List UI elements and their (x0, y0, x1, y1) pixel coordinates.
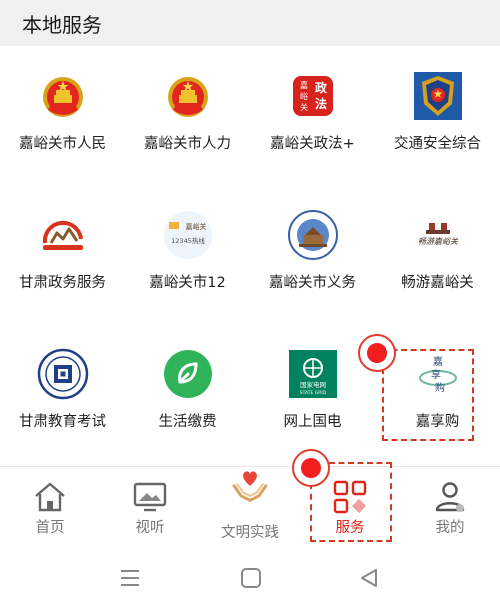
fortress-seal-icon (288, 210, 338, 260)
logo-text: 畅游嘉峪关 (418, 237, 459, 246)
service-label: 嘉峪关市12 (149, 275, 226, 291)
service-label: 嘉峪关市人力 (144, 136, 231, 152)
profile-icon (435, 482, 465, 512)
tab-home[interactable]: 首页 (0, 467, 100, 547)
tab-video[interactable]: 视听 (100, 467, 200, 547)
national-emblem-icon (43, 77, 83, 117)
section-title: 本地服务 (22, 13, 102, 37)
logo-text: 嘉 (433, 355, 443, 368)
hotline-12345-icon: 嘉峪关 12345热线 (164, 211, 212, 259)
tab-label: 服务 (335, 520, 365, 536)
police-badge-icon (414, 72, 462, 120)
service-label: 甘肃教育考试 (19, 414, 106, 430)
service-tile-jiaotong[interactable]: 交通安全综合 (375, 46, 500, 185)
tab-label: 视听 (135, 520, 165, 536)
service-tile-jiaofei[interactable]: 生活缴费 (125, 324, 250, 463)
home-icon (35, 482, 65, 512)
service-tile-changyou[interactable]: 畅游嘉峪关 畅游嘉峪关 (375, 185, 500, 324)
tap-marker-icon (292, 449, 330, 487)
service-label: 嘉峪关市人民 (19, 136, 106, 152)
seal-char: 法 (315, 96, 327, 111)
gansu-gov-service-icon (42, 220, 83, 250)
tv-icon (133, 482, 167, 512)
menu-icon[interactable] (118, 568, 142, 588)
section-header: 本地服务 (0, 0, 500, 46)
service-tile-renli[interactable]: 嘉峪关市人力 (125, 46, 250, 185)
service-label: 网上国电 (283, 414, 342, 430)
state-grid-icon: 国家电网 STATE GRID (289, 350, 337, 398)
service-label: 生活缴费 (158, 414, 217, 430)
seal-char: 政 (315, 80, 328, 95)
back-triangle-icon[interactable] (358, 567, 380, 589)
service-tile-jiaoyu[interactable]: 甘肃教育考试 (0, 324, 125, 463)
home-square-icon[interactable] (240, 567, 262, 589)
tourism-calligraphy-icon: 畅游嘉峪关 (418, 223, 459, 246)
logo-text: 国家电网 (300, 380, 326, 389)
education-exam-seal-icon (37, 348, 89, 400)
tab-label: 文明实践 (221, 525, 279, 541)
heart-hands-icon (232, 471, 268, 502)
tab-civilization[interactable]: 文明实践 (200, 467, 300, 547)
service-tile-gansu-zhengwu[interactable]: 甘肃政务服务 (0, 185, 125, 324)
seal-char: 峪 (300, 91, 308, 101)
tab-label: 首页 (35, 520, 65, 536)
services-grid: 嘉峪关市人民 嘉峪关市人力 政 法 嘉 峪 关 嘉峪关政法+ 交通安全综合 甘肃… (0, 46, 500, 464)
bottom-tab-bar: 首页 视听 文明实践 服务 我的 (0, 466, 500, 546)
service-tile-12345[interactable]: 嘉峪关 12345热线 嘉峪关市12 (125, 185, 250, 324)
system-navigation-bar (0, 548, 500, 608)
logo-text: STATE GRID (300, 390, 327, 396)
logo-text: 购 (435, 381, 445, 394)
logo-text: 12345热线 (171, 236, 205, 245)
service-tile-renmin[interactable]: 嘉峪关市人民 (0, 46, 125, 185)
tab-label: 我的 (435, 520, 465, 536)
service-tile-yiwu[interactable]: 嘉峪关市义务 (250, 185, 375, 324)
tab-profile[interactable]: 我的 (400, 467, 500, 547)
tap-marker-icon (358, 334, 396, 372)
logo-text: 享 (431, 368, 441, 381)
service-tile-guodian[interactable]: 国家电网 STATE GRID 网上国电 (250, 324, 375, 463)
national-emblem-icon (168, 77, 208, 117)
service-label: 嘉享购 (415, 414, 460, 430)
jiaxianggou-logo-icon: 嘉 享 购 (419, 355, 457, 394)
seal-char: 嘉 (300, 80, 308, 90)
services-grid-icon (333, 480, 367, 514)
payment-leaf-icon (164, 350, 212, 398)
logo-text: 嘉峪关 (186, 222, 207, 231)
politics-law-seal-icon: 政 法 嘉 峪 关 (293, 76, 333, 116)
seal-char: 关 (300, 102, 308, 112)
service-label: 嘉峪关政法+ (270, 136, 355, 152)
service-label: 交通安全综合 (394, 136, 481, 152)
service-tile-zhengfa[interactable]: 政 法 嘉 峪 关 嘉峪关政法+ (250, 46, 375, 185)
service-label: 嘉峪关市义务 (269, 275, 356, 291)
service-label: 畅游嘉峪关 (401, 275, 474, 291)
service-label: 甘肃政务服务 (19, 275, 106, 291)
